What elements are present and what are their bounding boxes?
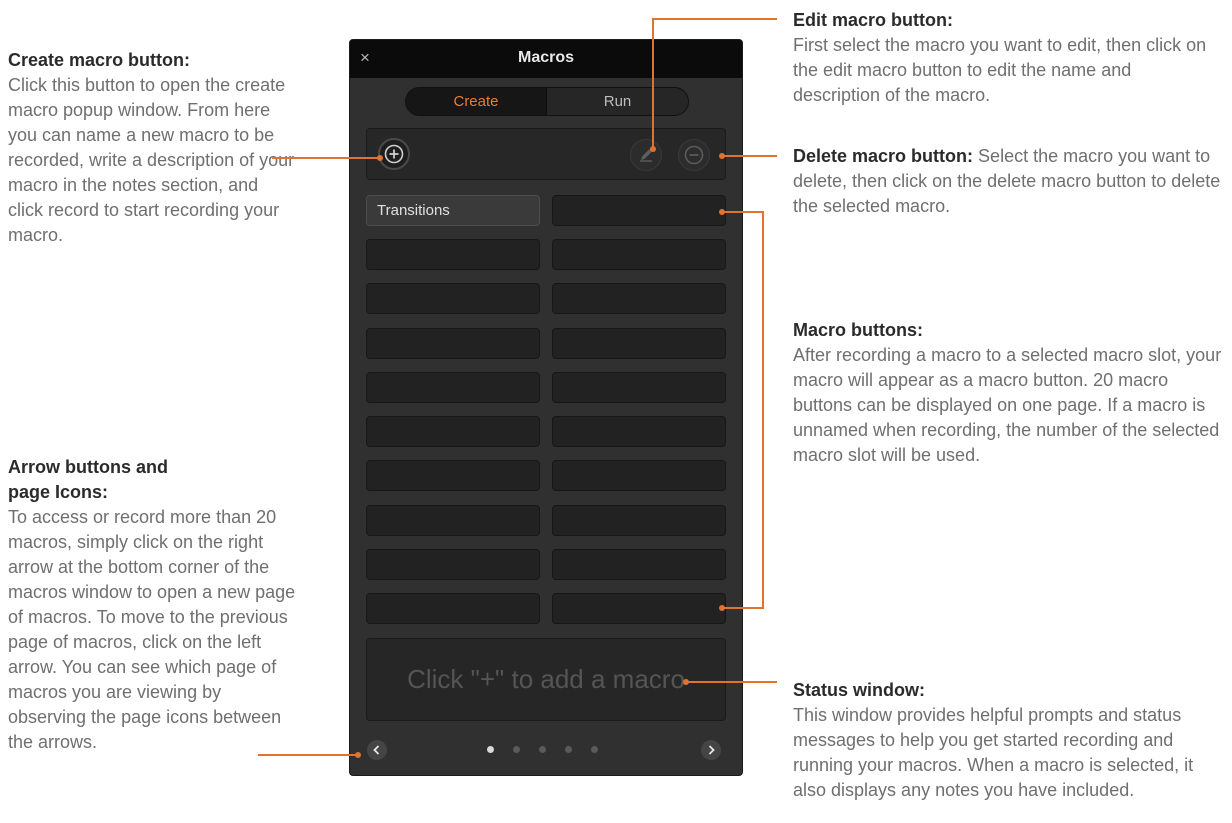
macro-slot[interactable] <box>552 593 726 624</box>
page-indicator-5[interactable] <box>591 746 598 753</box>
callout-arrows-heading: Arrow buttons and page Icons: <box>8 457 168 502</box>
page-prev-button[interactable] <box>367 740 387 760</box>
macro-slot[interactable] <box>552 372 726 403</box>
callout-delete-heading: Delete macro button: <box>793 146 974 166</box>
callout-delete-macro: Delete macro button: Select the macro yo… <box>793 144 1223 219</box>
create-macro-button[interactable] <box>378 138 410 170</box>
macros-window: × Macros Create Run Transitions Click "+… <box>349 39 743 776</box>
macro-toolbar <box>366 128 726 180</box>
callout-status-body: This window provides helpful prompts and… <box>793 705 1194 800</box>
leader-edit-v <box>652 18 654 148</box>
leader-macros-bottom <box>722 607 764 609</box>
macro-slot[interactable] <box>552 549 726 580</box>
leader-arrows <box>258 754 358 756</box>
page-indicator-2[interactable] <box>513 746 520 753</box>
tab-run[interactable]: Run <box>547 88 688 115</box>
page-indicator-4[interactable] <box>565 746 572 753</box>
chevron-right-icon <box>708 745 715 755</box>
status-window: Click "+" to add a macro <box>366 638 726 721</box>
leader-dot <box>683 679 689 685</box>
macro-slot[interactable] <box>366 505 540 536</box>
macro-slot[interactable] <box>552 416 726 447</box>
minus-circle-icon <box>684 145 704 165</box>
macro-slot[interactable] <box>366 549 540 580</box>
callout-status-heading: Status window: <box>793 680 925 700</box>
add-circle-icon <box>384 144 404 164</box>
pencil-icon <box>640 149 652 162</box>
callout-edit-heading: Edit macro button: <box>793 10 953 30</box>
callout-macro-buttons-body: After recording a macro to a selected ma… <box>793 345 1222 465</box>
page-next-button[interactable] <box>701 740 721 760</box>
macro-slot[interactable] <box>366 593 540 624</box>
callout-arrow-buttons: Arrow buttons and page Icons: To access … <box>8 455 300 755</box>
leader-dot <box>719 209 725 215</box>
macro-slot[interactable] <box>366 239 540 270</box>
leader-dot <box>377 155 383 161</box>
leader-delete <box>722 155 777 157</box>
title-bar: × Macros <box>350 40 742 78</box>
callout-macro-buttons: Macro buttons: After recording a macro t… <box>793 318 1223 468</box>
callout-create-heading: Create macro button: <box>8 50 191 70</box>
callout-macro-buttons-heading: Macro buttons: <box>793 320 923 340</box>
macro-slot[interactable] <box>552 460 726 491</box>
edit-macro-button[interactable] <box>630 139 662 171</box>
leader-edit-h <box>652 18 777 20</box>
tab-create[interactable]: Create <box>406 88 547 115</box>
leader-dot <box>355 752 361 758</box>
macro-button-transitions[interactable]: Transitions <box>366 195 540 226</box>
macro-slot[interactable] <box>366 416 540 447</box>
macro-slot[interactable] <box>366 283 540 314</box>
callout-create-body: Click this button to open the create mac… <box>8 75 295 245</box>
callout-edit-macro: Edit macro button: First select the macr… <box>793 8 1223 108</box>
macro-slot[interactable] <box>552 195 726 226</box>
leader-dot <box>719 153 725 159</box>
macro-slot[interactable] <box>366 372 540 403</box>
leader-macros-v <box>762 211 764 609</box>
page-indicator-1[interactable] <box>487 746 494 753</box>
leader-status <box>686 681 777 683</box>
callout-arrows-body: To access or record more than 20 macros,… <box>8 507 296 752</box>
page-indicator-3[interactable] <box>539 746 546 753</box>
tab-bar: Create Run <box>405 87 689 116</box>
window-title: Macros <box>517 49 575 66</box>
callout-create-macro: Create macro button: Click this button t… <box>8 48 298 248</box>
leader-macros-top <box>722 211 764 213</box>
callout-status-window: Status window: This window provides help… <box>793 678 1223 803</box>
macro-slot[interactable] <box>366 460 540 491</box>
leader-dot <box>719 605 725 611</box>
macro-slot[interactable] <box>552 239 726 270</box>
macro-slot[interactable] <box>366 328 540 359</box>
chevron-left-icon <box>373 745 380 755</box>
macro-slot[interactable] <box>552 283 726 314</box>
macro-slot[interactable] <box>552 328 726 359</box>
leader-create <box>272 157 379 159</box>
callout-edit-body: First select the macro you want to edit,… <box>793 35 1207 105</box>
leader-dot <box>650 146 656 152</box>
macro-slot[interactable] <box>552 505 726 536</box>
delete-macro-button[interactable] <box>678 139 710 171</box>
